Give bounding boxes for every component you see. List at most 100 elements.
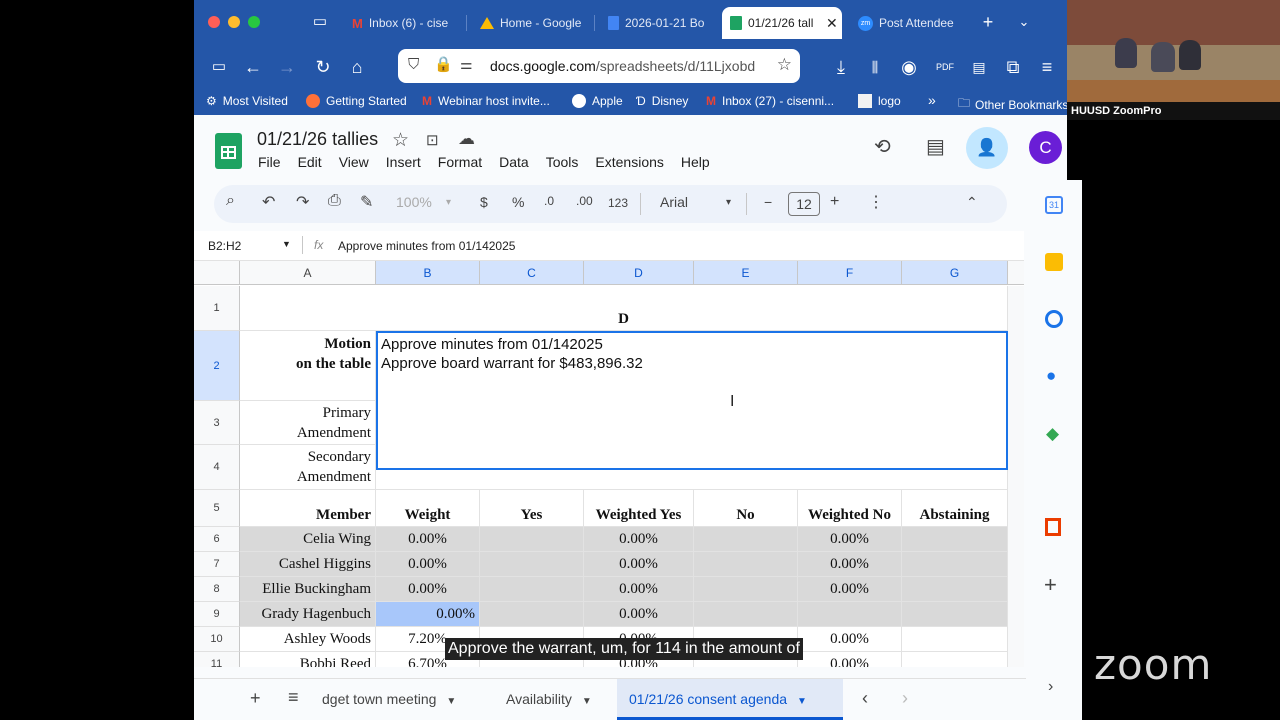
member-no[interactable]	[694, 577, 798, 602]
member-abstaining[interactable]	[902, 652, 1008, 667]
bookmark-inbox[interactable]: M Inbox (27) - cisenni...	[706, 94, 834, 108]
menu-icon[interactable]: ≡	[1034, 54, 1060, 80]
home-button[interactable]: ⌂	[344, 54, 370, 80]
avatar[interactable]: C	[1029, 131, 1062, 164]
row-header-9[interactable]: 9	[194, 602, 240, 627]
all-sheets-menu-icon[interactable]: ≡	[288, 687, 299, 708]
member-yes[interactable]	[480, 552, 584, 577]
print-icon[interactable]: ⎙	[328, 192, 341, 210]
member-no[interactable]	[694, 527, 798, 552]
cell-secondary-amendment-label[interactable]: Secondary Amendment	[240, 445, 376, 490]
row-header-10[interactable]: 10	[194, 627, 240, 652]
column-header-d[interactable]: D	[584, 261, 694, 285]
member-no[interactable]	[694, 602, 798, 627]
row-header-3[interactable]: 3	[194, 401, 240, 445]
row-header-7[interactable]: 7	[194, 552, 240, 577]
collapse-menus-chevron-icon[interactable]: ⌃	[966, 194, 978, 211]
account-icon[interactable]: ◉	[896, 54, 922, 80]
forward-button[interactable]: →	[274, 54, 300, 80]
sheet-tab-consent-agenda[interactable]: 01/21/26 consent agenda ▼	[617, 679, 843, 720]
member-weighted-yes[interactable]: 0.00%	[584, 527, 694, 552]
tab-list-chevron-icon[interactable]: ⌄	[1012, 10, 1036, 34]
member-weighted-no[interactable]: 0.00%	[798, 577, 902, 602]
more-options-icon[interactable]: ⋮	[868, 192, 884, 212]
menu-view[interactable]: View	[339, 154, 369, 170]
zoom-select[interactable]: 100%	[396, 194, 432, 210]
member-abstaining[interactable]	[902, 552, 1008, 577]
extensions-icon[interactable]: ⧉	[1000, 54, 1026, 80]
font-size-input[interactable]: 12	[788, 192, 820, 216]
row-header-6[interactable]: 6	[194, 527, 240, 552]
sidebar-toggle-icon[interactable]: ▭	[206, 54, 232, 80]
column-header-a[interactable]: A	[240, 261, 376, 285]
comments-icon[interactable]: ▤	[926, 134, 945, 159]
member-no[interactable]	[694, 552, 798, 577]
member-yes[interactable]	[480, 577, 584, 602]
version-history-icon[interactable]: ⟲	[874, 134, 891, 159]
sheets-logo-icon[interactable]	[215, 133, 242, 169]
share-icon[interactable]: 👤	[966, 127, 1008, 169]
decrease-font-size-button[interactable]: −	[764, 194, 772, 210]
header-member[interactable]: Member	[240, 490, 376, 527]
formula-input[interactable]: Approve minutes from 01/142025	[338, 239, 515, 253]
font-chevron-icon[interactable]: ▾	[726, 197, 731, 208]
row-header-1[interactable]: 1	[194, 286, 240, 331]
close-tab-icon[interactable]: ✕	[826, 15, 838, 32]
header-yes[interactable]: Yes	[480, 490, 584, 527]
name-box[interactable]: B2:H2	[208, 239, 241, 253]
member-weight[interactable]: 0.00%	[376, 527, 480, 552]
undo-icon[interactable]: ↶	[262, 192, 275, 212]
paint-format-icon[interactable]: ✎	[360, 192, 373, 212]
column-header-f[interactable]: F	[798, 261, 902, 285]
menu-tools[interactable]: Tools	[546, 154, 579, 170]
row-header-11[interactable]: 11	[194, 652, 240, 667]
member-name[interactable]: Celia Wing	[240, 527, 376, 552]
member-yes[interactable]	[480, 602, 584, 627]
library-icon[interactable]: ⫼	[862, 54, 888, 80]
calendar-icon[interactable]: 31	[1045, 196, 1063, 214]
member-weighted-no[interactable]: 0.00%	[798, 527, 902, 552]
number-format-button[interactable]: 123	[608, 196, 628, 210]
member-yes[interactable]	[480, 527, 584, 552]
back-button[interactable]: ←	[240, 54, 266, 80]
member-name[interactable]: Bobbi Reed	[240, 652, 376, 667]
keep-icon[interactable]	[1045, 253, 1063, 271]
zoom-chevron-icon[interactable]: ▾	[446, 197, 451, 208]
row-header-5[interactable]: 5	[194, 490, 240, 527]
close-window-button[interactable]	[208, 16, 220, 28]
member-abstaining[interactable]	[902, 602, 1008, 627]
motion-cell-selected[interactable]: Approve minutes from 01/142025 Approve b…	[376, 331, 1008, 470]
tasks-icon[interactable]	[1045, 310, 1063, 328]
member-weighted-yes[interactable]: 0.00%	[584, 602, 694, 627]
menu-format[interactable]: Format	[438, 154, 482, 170]
header-weight[interactable]: Weight	[376, 490, 480, 527]
member-weighted-yes[interactable]: 0.00%	[584, 577, 694, 602]
expand-panel-chevron-icon[interactable]: ›	[1048, 678, 1053, 696]
cell-primary-amendment-label[interactable]: Primary Amendment	[240, 401, 376, 445]
name-box-chevron-icon[interactable]: ▼	[282, 239, 291, 249]
tab-manager-icon[interactable]: ▭	[308, 10, 332, 34]
new-tab-button[interactable]: +	[976, 10, 1000, 34]
tab-zoom[interactable]: zm Post Attendee	[850, 7, 968, 39]
member-weight-selected[interactable]: 0.00%	[376, 602, 480, 627]
document-title[interactable]: 01/21/26 tallies	[257, 129, 378, 150]
bookmark-apple[interactable]: Apple	[572, 94, 623, 108]
column-header-g[interactable]: G	[902, 261, 1008, 285]
member-abstaining[interactable]	[902, 527, 1008, 552]
cell-row1-header[interactable]: D	[240, 286, 1008, 331]
tab-docs[interactable]: 2026-01-21 Bo	[600, 7, 718, 39]
minimize-window-button[interactable]	[228, 16, 240, 28]
scroll-tabs-left-icon[interactable]: ‹	[862, 688, 868, 709]
column-header-c[interactable]: C	[480, 261, 584, 285]
tab-drive[interactable]: Home - Google	[472, 7, 590, 39]
menu-insert[interactable]: Insert	[386, 154, 421, 170]
member-name[interactable]: Ashley Woods	[240, 627, 376, 652]
menu-edit[interactable]: Edit	[298, 154, 322, 170]
font-select[interactable]: Arial	[660, 194, 688, 210]
vertical-scrollbar[interactable]	[1008, 286, 1024, 667]
member-weight[interactable]: 0.00%	[376, 552, 480, 577]
contacts-icon[interactable]: ●	[1046, 366, 1056, 386]
bookmark-getting-started[interactable]: Getting Started	[306, 94, 407, 108]
member-weighted-no[interactable]: 0.00%	[798, 627, 902, 652]
get-addons-button[interactable]: +	[1044, 572, 1057, 598]
